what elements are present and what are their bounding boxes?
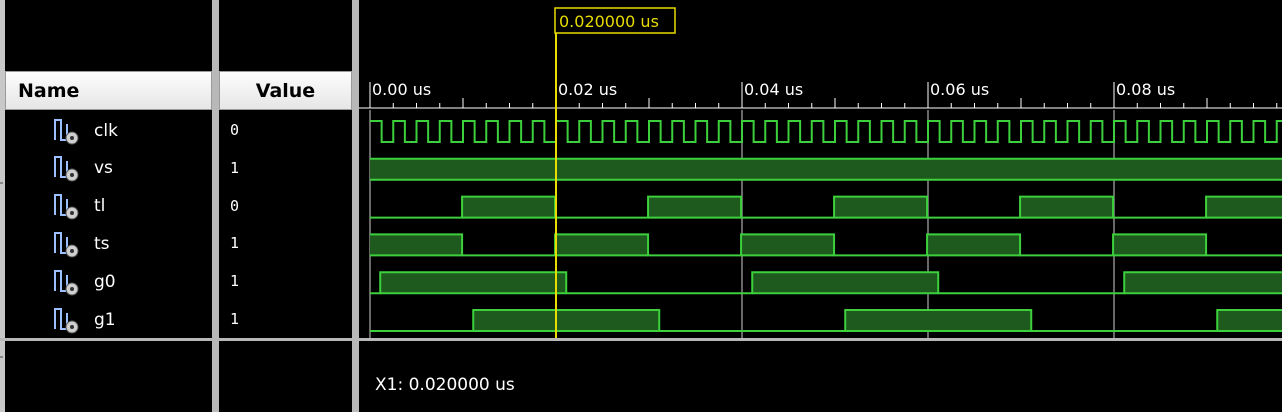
waveform-high-g0 (380, 272, 567, 294)
logic-signal-icon (54, 269, 79, 296)
scroll-marker (0, 356, 3, 358)
signal-name: g1 (94, 309, 116, 330)
signal-value-clk: 0 (230, 121, 240, 139)
signal-name: ts (94, 233, 110, 254)
time-tick-label: 0.08 us (1116, 80, 1175, 99)
signal-row-ts[interactable]: ts (0, 225, 212, 262)
waveform-high-ts (1113, 234, 1207, 256)
signal-name: clk (94, 120, 118, 141)
name-header-label: Name (18, 79, 80, 102)
signal-row-vs[interactable]: vs (0, 150, 212, 187)
waveform-high-g0 (752, 272, 939, 294)
waveform-high-g1 (1217, 310, 1282, 331)
logic-signal-icon (54, 231, 79, 258)
signal-value-ts: 1 (230, 234, 240, 253)
signal-value-tl: 0 (230, 196, 240, 215)
signal-name: vs (94, 158, 113, 179)
signal-row-g0[interactable]: g0 (0, 263, 212, 300)
waveform-high-ts (741, 234, 835, 256)
cursor-readout: X1: 0.020000 us (375, 375, 515, 395)
waveform-high-ts (555, 234, 649, 256)
waveform-clk (370, 120, 1282, 143)
waveform-high-tl (834, 196, 928, 218)
time-tick-label: 0.06 us (930, 80, 989, 99)
signal-name: tl (94, 196, 106, 217)
name-value-divider[interactable] (212, 0, 219, 412)
waveform-panel[interactable]: 0.00 us 0.02 us 0.04 us 0.06 us 0.08 us 0.020… (359, 0, 1282, 412)
waveform-high-tl (1206, 196, 1282, 218)
signal-row-tl[interactable]: tl (0, 188, 212, 225)
signal-value-g0: 1 (230, 272, 240, 291)
logic-signal-icon (54, 156, 79, 182)
value-header-label: Value (255, 79, 316, 102)
waveform-high-tl (462, 196, 556, 218)
signal-row-g1[interactable]: g1 (0, 301, 212, 338)
waveform-high-g0 (1124, 272, 1282, 294)
logic-signal-icon (54, 307, 79, 333)
waveform-high-ts (370, 234, 463, 256)
time-tick-label: 0.04 us (744, 80, 803, 99)
time-tick-label: 0.00 us (372, 80, 431, 99)
signal-value-g1: 1 (230, 310, 240, 328)
waveform-high-tl (1020, 196, 1114, 218)
logic-signal-icon (54, 194, 79, 220)
time-tick-label: 0.02 us (558, 80, 617, 99)
signal-name: g0 (94, 271, 116, 292)
waveform-high-vs (370, 158, 1282, 180)
waveform-high-ts (927, 234, 1021, 256)
value-column-header[interactable]: Value (219, 71, 352, 110)
waveform-high-tl (648, 196, 742, 218)
cursor-time-label: 0.020000 us (559, 12, 659, 31)
value-wave-divider[interactable] (352, 0, 359, 412)
signal-value-vs: 1 (230, 158, 240, 177)
logic-signal-icon (54, 118, 79, 144)
waveform-high-g1 (473, 310, 660, 331)
signal-row-clk[interactable]: clk (0, 112, 212, 149)
name-column-header[interactable]: Name (5, 71, 212, 110)
waveform-high-g1 (845, 310, 1032, 331)
